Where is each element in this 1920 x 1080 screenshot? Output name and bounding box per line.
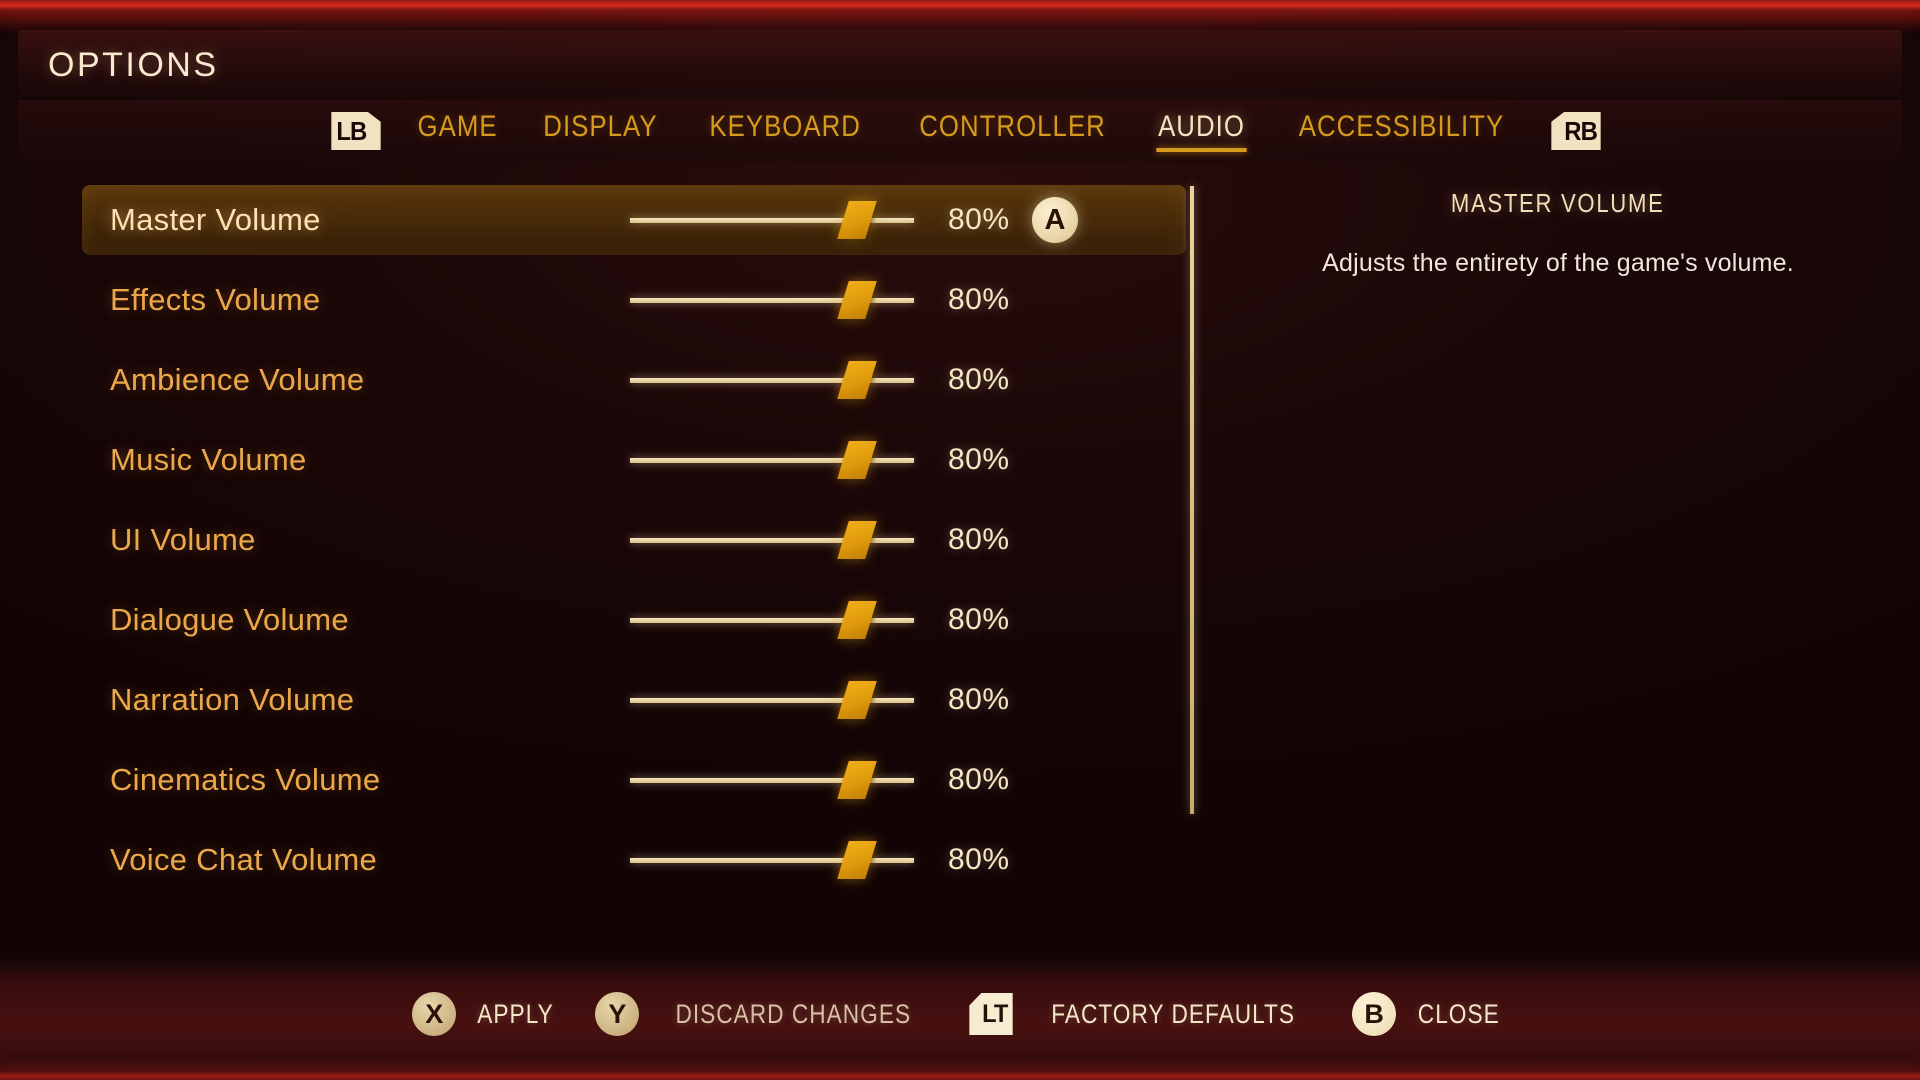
tab-display[interactable]: DISPLAY [542,108,660,154]
option-row[interactable]: Voice Chat Volume80%A [60,820,1200,900]
volume-slider[interactable] [630,200,914,240]
tab-keyboard[interactable]: KEYBOARD [708,108,863,154]
footer-action-label: CLOSE [1417,998,1500,1029]
tab-controller[interactable]: CONTROLLER [917,108,1107,154]
body-area: Master Volume 80% A Effects Volume 80% A Ambie… [18,162,1902,952]
slider-value: 80% [948,843,1010,876]
y-button-icon[interactable]: Y [595,992,640,1036]
option-row[interactable]: Narration Volume80%A [60,660,1200,740]
list-scrollbar[interactable] [1190,186,1194,814]
slider-track [630,778,914,783]
slider-track [630,858,914,863]
option-label: Master Volume [110,202,321,237]
footer-action-close[interactable]: B CLOSE [1352,992,1508,1036]
slider-track [630,618,914,623]
slider-value: 80% [948,603,1010,636]
option-label: Music Volume [110,442,307,477]
tab-bar: LB GAME DISPLAY KEYBOARD CONTROLLER AUDIO ACC… [18,100,1902,162]
volume-slider[interactable] [630,840,914,880]
tab-list: LB GAME DISPLAY KEYBOARD CONTROLLER AUDIO ACC… [329,108,1602,154]
description-title: MASTER VOLUME [1451,188,1665,218]
left-bumper-icon[interactable]: LB [331,112,382,150]
option-label: Effects Volume [110,282,321,317]
volume-slider[interactable] [630,680,914,720]
slider-track [630,458,914,463]
options-screen: OPTIONS LB GAME DISPLAY KEYBOARD CONTROLLER… [0,0,1920,1080]
slider-value: 80% [948,283,1010,316]
slider-value: 80% [948,443,1010,476]
tab-game[interactable]: GAME [416,108,500,154]
right-bumper-icon[interactable]: RB [1550,112,1601,150]
slider-value: 80% [948,363,1010,396]
option-row[interactable]: Master Volume 80% A [60,180,1200,260]
slider-track [630,698,914,703]
slider-value: 80% [948,763,1010,796]
slider-track [630,218,914,223]
footer-action-apply[interactable]: X APPLY [412,992,561,1036]
slider-value: 80% [948,203,1010,236]
volume-slider[interactable] [630,360,914,400]
volume-slider[interactable] [630,520,914,560]
slider-track [630,298,914,303]
option-label: Narration Volume [110,682,355,717]
description-panel: MASTER VOLUME Adjusts the entirety of th… [1228,180,1888,281]
option-label: Ambience Volume [110,362,365,397]
volume-slider[interactable] [630,600,914,640]
volume-slider[interactable] [630,760,914,800]
slider-track [630,538,914,543]
tab-audio[interactable]: AUDIO [1156,108,1247,154]
tab-accessibility[interactable]: ACCESSIBILITY [1297,108,1506,154]
bottom-accent-strip [0,1072,1920,1080]
option-row[interactable]: Ambience Volume80%A [60,340,1200,420]
x-button-icon[interactable]: X [412,992,457,1036]
description-text: Adjusts the entirety of the game's volum… [1322,249,1794,277]
left-trigger-icon[interactable]: LT [969,993,1013,1035]
page-title: OPTIONS [48,46,219,84]
option-label: UI Volume [110,522,256,557]
footer-action-label: FACTORY DEFAULTS [1051,998,1295,1029]
slider-value: 80% [948,523,1010,556]
b-button-icon[interactable]: B [1352,992,1397,1036]
option-row[interactable]: Music Volume80%A [60,420,1200,500]
confirm-button-glyph[interactable]: A [1032,197,1078,243]
option-row[interactable]: Cinematics Volume80%A [60,740,1200,820]
footer-action-label: APPLY [477,998,555,1029]
footer-action-bar: X APPLY Y DISCARD CHANGES LT FACTORY DEFAULTS… [0,956,1920,1080]
option-row[interactable]: Dialogue Volume80%A [60,580,1200,660]
header-band [18,30,1902,98]
footer-action-discard-changes[interactable]: Y DISCARD CHANGES [595,992,934,1036]
option-label: Voice Chat Volume [110,842,378,877]
footer-action-label: DISCARD CHANGES [675,998,912,1029]
slider-track [630,378,914,383]
option-row[interactable]: UI Volume80%A [60,500,1200,580]
option-label: Cinematics Volume [110,762,381,797]
footer-action-factory-defaults[interactable]: LT FACTORY DEFAULTS [968,993,1318,1035]
volume-slider[interactable] [630,280,914,320]
option-row[interactable]: Effects Volume80%A [60,260,1200,340]
volume-slider[interactable] [630,440,914,480]
slider-value: 80% [948,683,1010,716]
options-list: Master Volume 80% A Effects Volume 80% A Ambie… [60,180,1200,900]
option-label: Dialogue Volume [110,602,349,637]
